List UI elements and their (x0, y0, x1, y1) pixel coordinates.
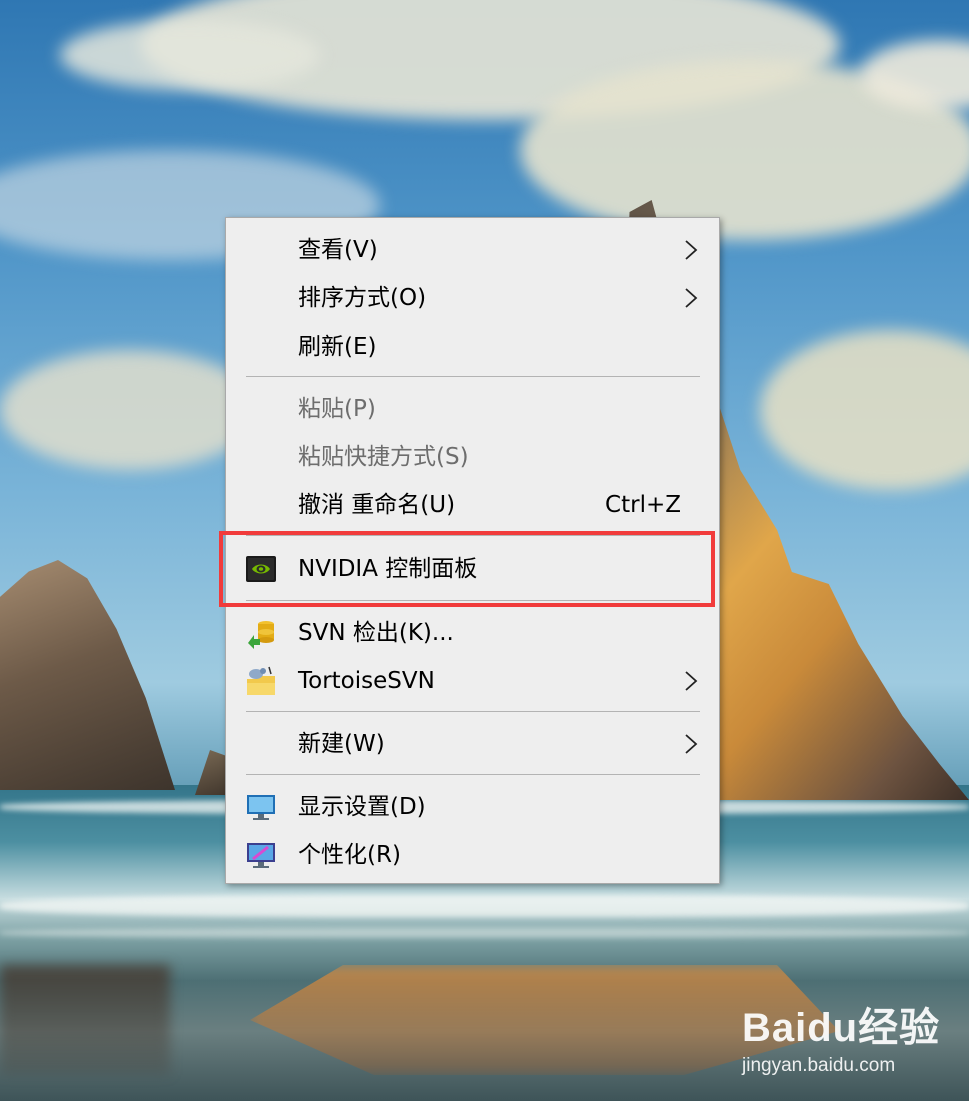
menu-item-display-settings[interactable]: 显示设置(D) (226, 784, 719, 830)
menu-separator (246, 774, 700, 775)
wave (0, 928, 969, 938)
menu-separator (246, 376, 700, 377)
menu-item-label: 刷新(E) (298, 334, 377, 360)
chevron-right-icon (685, 240, 698, 260)
menu-item-refresh[interactable]: 刷新(E) (226, 324, 719, 370)
menu-item-tortoisesvn[interactable]: TortoiseSVN (226, 658, 719, 704)
menu-item-svn-checkout[interactable]: SVN 检出(K)... (226, 610, 719, 656)
menu-item-label: 显示设置(D) (298, 794, 426, 820)
menu-item-new[interactable]: 新建(W) (226, 721, 719, 767)
menu-separator (246, 711, 700, 712)
wave (0, 895, 969, 917)
cloud (0, 350, 260, 470)
menu-item-label: 撤消 重命名(U) (298, 492, 456, 518)
menu-item-label: 粘贴(P) (298, 396, 376, 422)
menu-item-label: SVN 检出(K)... (298, 620, 454, 646)
chevron-right-icon (685, 671, 698, 691)
svn-checkout-icon (248, 621, 274, 649)
rock-reflection-left (0, 965, 170, 1075)
menu-item-sort-by[interactable]: 排序方式(O) (226, 275, 719, 321)
menu-item-paste[interactable]: 粘贴(P) (226, 386, 719, 432)
highlight-box (219, 531, 715, 607)
display-settings-icon (247, 795, 275, 820)
menu-item-shortcut: Ctrl+Z (605, 492, 681, 518)
menu-item-personalize[interactable]: 个性化(R) (226, 832, 719, 878)
menu-item-label: 新建(W) (298, 731, 385, 757)
cloud (760, 330, 969, 490)
menu-item-undo-rename[interactable]: 撤消 重命名(U) Ctrl+Z (226, 482, 719, 528)
watermark-url: jingyan.baidu.com (742, 1055, 896, 1076)
menu-item-label: 粘贴快捷方式(S) (298, 444, 469, 470)
menu-item-view[interactable]: 查看(V) (226, 227, 719, 273)
watermark-brand: Baidu经验 (742, 1006, 941, 1050)
tortoisesvn-icon (247, 666, 275, 695)
menu-item-label: 查看(V) (298, 237, 378, 263)
menu-item-label: TortoiseSVN (298, 668, 435, 694)
sea-stack-left (0, 560, 175, 790)
personalize-icon (247, 843, 275, 868)
chevron-right-icon (685, 288, 698, 308)
chevron-right-icon (685, 734, 698, 754)
menu-item-paste-shortcut[interactable]: 粘贴快捷方式(S) (226, 434, 719, 480)
cloud (60, 20, 320, 90)
baidu-jingyan-watermark: Baidu经验 jingyan.baidu.com (742, 995, 962, 1085)
menu-item-label: 个性化(R) (298, 842, 401, 868)
menu-item-label: 排序方式(O) (298, 285, 427, 311)
